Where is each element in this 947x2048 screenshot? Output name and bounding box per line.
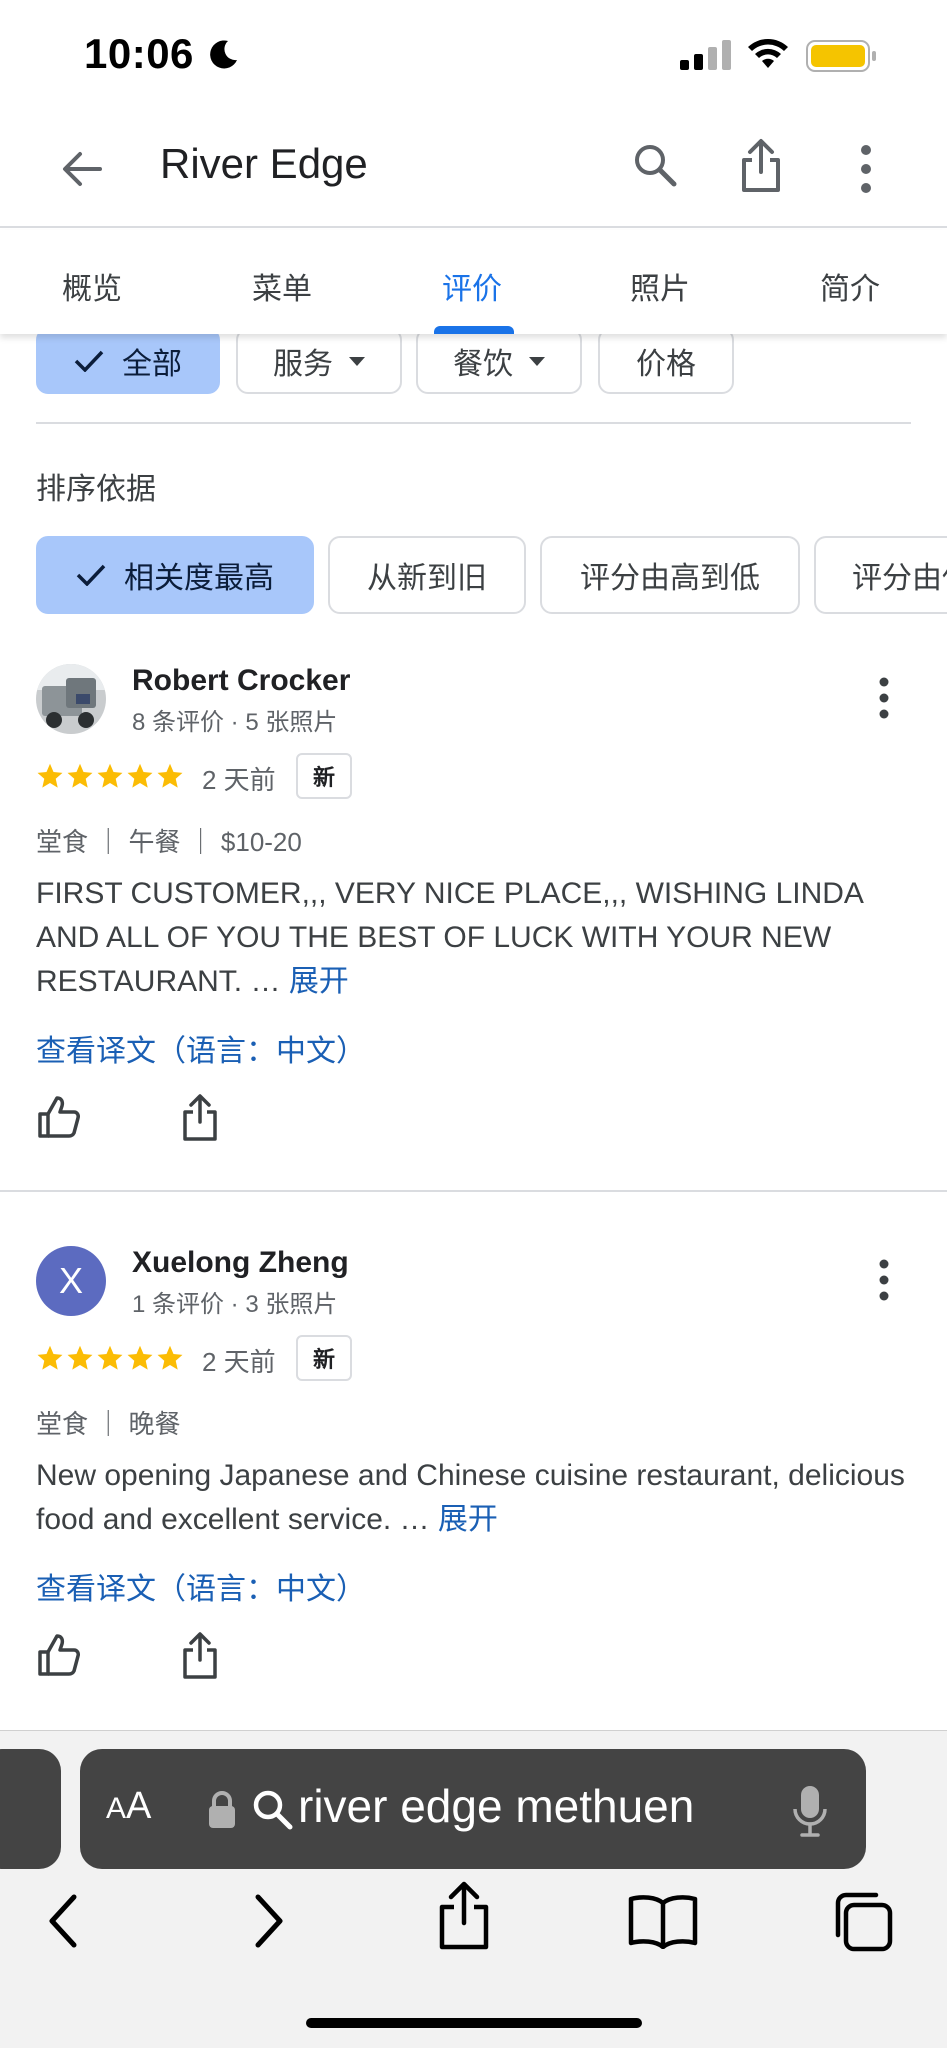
expand-link[interactable]: 展开 (438, 1503, 498, 1536)
tab-menu[interactable]: 菜单 (252, 264, 312, 308)
review-tags: 堂食 ｜ 午餐 ｜ $10-20 (36, 827, 302, 857)
browser-toolbar: AA river edge methuen (0, 1730, 947, 2048)
home-indicator (306, 2018, 642, 2028)
star-icon (127, 1345, 153, 1370)
review-body: FIRST CUSTOMER,,, VERY NICE PLACE,,, WIS… (36, 877, 863, 998)
filter-chip-all[interactable]: 全部 (36, 328, 220, 394)
filter-chip-food[interactable]: 餐饮 (416, 328, 582, 394)
back-arrow-icon[interactable] (56, 144, 106, 194)
chip-label: 评分由高到低 (580, 562, 760, 595)
filter-chip-service[interactable]: 服务 (236, 328, 402, 394)
share-icon[interactable] (180, 1632, 220, 1680)
tab-bar: 概览 菜单 评价 照片 简介 (0, 230, 947, 334)
caret-down-icon (529, 356, 545, 366)
avatar[interactable] (36, 664, 106, 734)
address-bar[interactable]: AA river edge methuen (80, 1749, 866, 1869)
share-icon[interactable] (736, 138, 786, 194)
new-badge: 新 (296, 1335, 352, 1381)
divider (36, 422, 911, 424)
battery-icon (806, 40, 876, 72)
translate-link[interactable]: 查看译文（语言：中文） (36, 1026, 366, 1070)
microphone-icon[interactable] (792, 1785, 828, 1837)
star-icon (67, 763, 93, 788)
tab-photos[interactable]: 照片 (630, 264, 690, 308)
avatar[interactable]: X (36, 1246, 106, 1316)
reviewer-meta: 1 条评价 · 3 张照片 (132, 1291, 338, 1318)
reviewer-name[interactable]: Xuelong Zheng (132, 1246, 349, 1280)
bookmarks-icon[interactable] (628, 1893, 698, 1949)
star-icon (97, 763, 123, 788)
share-icon[interactable] (436, 1881, 492, 1951)
star-icon (157, 763, 183, 788)
review-tags: 堂食 ｜ 晚餐 (36, 1409, 181, 1439)
star-icon (157, 1345, 183, 1370)
star-icon (37, 763, 63, 788)
url-text[interactable]: river edge methuen (298, 1779, 694, 1833)
sort-chip-relevance[interactable]: 相关度最高 (36, 536, 314, 614)
reviewer-photo (36, 664, 106, 734)
star-icon (97, 1345, 123, 1370)
more-vert-icon[interactable] (874, 674, 894, 724)
search-icon[interactable] (630, 140, 680, 190)
sort-chip-lowest[interactable]: 评分由低到高 (814, 536, 947, 614)
review-time: 2 天前 (202, 1347, 276, 1377)
star-rating (36, 762, 184, 790)
wifi-icon (748, 39, 788, 68)
previous-tab-preview[interactable] (0, 1749, 61, 1869)
star-icon (67, 1345, 93, 1370)
signal-icon (680, 40, 731, 70)
check-icon (76, 564, 106, 586)
tab-reviews[interactable]: 评价 (442, 264, 502, 308)
search-icon (253, 1790, 293, 1830)
sort-chip-newest[interactable]: 从新到旧 (328, 536, 526, 614)
more-vert-icon[interactable] (846, 142, 886, 196)
new-badge: 新 (296, 753, 352, 799)
app-bar: River Edge (0, 110, 947, 228)
translate-link[interactable]: 查看译文（语言：中文） (36, 1564, 366, 1608)
more-vert-icon[interactable] (874, 1256, 894, 1306)
star-icon (127, 763, 153, 788)
tabs-icon[interactable] (830, 1891, 894, 1953)
review-time: 2 天前 (202, 765, 276, 795)
sort-chip-highest[interactable]: 评分由高到低 (540, 536, 800, 614)
status-time: 10:06 (84, 30, 194, 77)
reader-settings-button[interactable]: AA (106, 1785, 151, 1828)
reviewer-name[interactable]: Robert Crocker (132, 664, 350, 698)
caret-down-icon (349, 356, 365, 366)
share-icon[interactable] (180, 1094, 220, 1142)
check-icon (74, 350, 104, 372)
lock-icon (209, 1791, 235, 1828)
star-icon (37, 1345, 63, 1370)
chip-label: 全部 (122, 348, 182, 381)
chip-label: 服务 (273, 348, 333, 381)
tab-overview[interactable]: 概览 (62, 264, 122, 308)
forward-icon[interactable] (248, 1891, 288, 1951)
review-text: FIRST CUSTOMER,,, VERY NICE PLACE,,, WIS… (36, 872, 916, 1004)
moon-icon (210, 40, 237, 69)
status-bar: 10:06 (0, 0, 947, 110)
active-tab-indicator (434, 326, 514, 334)
review-text: New opening Japanese and Chinese cuisine… (36, 1454, 916, 1542)
sort-label: 排序依据 (36, 473, 156, 506)
star-rating (36, 1344, 184, 1372)
chip-label: 相关度最高 (124, 562, 274, 595)
review-divider (0, 1190, 947, 1192)
thumbs-up-icon[interactable] (36, 1632, 82, 1678)
chip-label: 餐饮 (453, 348, 513, 381)
chip-label: 评分由低到高 (852, 562, 947, 595)
tab-about[interactable]: 简介 (820, 264, 880, 308)
avatar-initial: X (58, 1260, 83, 1301)
reviewer-meta: 8 条评价 · 5 张照片 (132, 709, 338, 736)
expand-link[interactable]: 展开 (289, 965, 349, 998)
thumbs-up-icon[interactable] (36, 1094, 82, 1140)
chip-label: 价格 (636, 348, 696, 381)
page-title: River Edge (160, 140, 368, 187)
chip-label: 从新到旧 (367, 562, 487, 595)
filter-chip-price[interactable]: 价格 (598, 328, 734, 394)
back-icon[interactable] (44, 1891, 84, 1951)
